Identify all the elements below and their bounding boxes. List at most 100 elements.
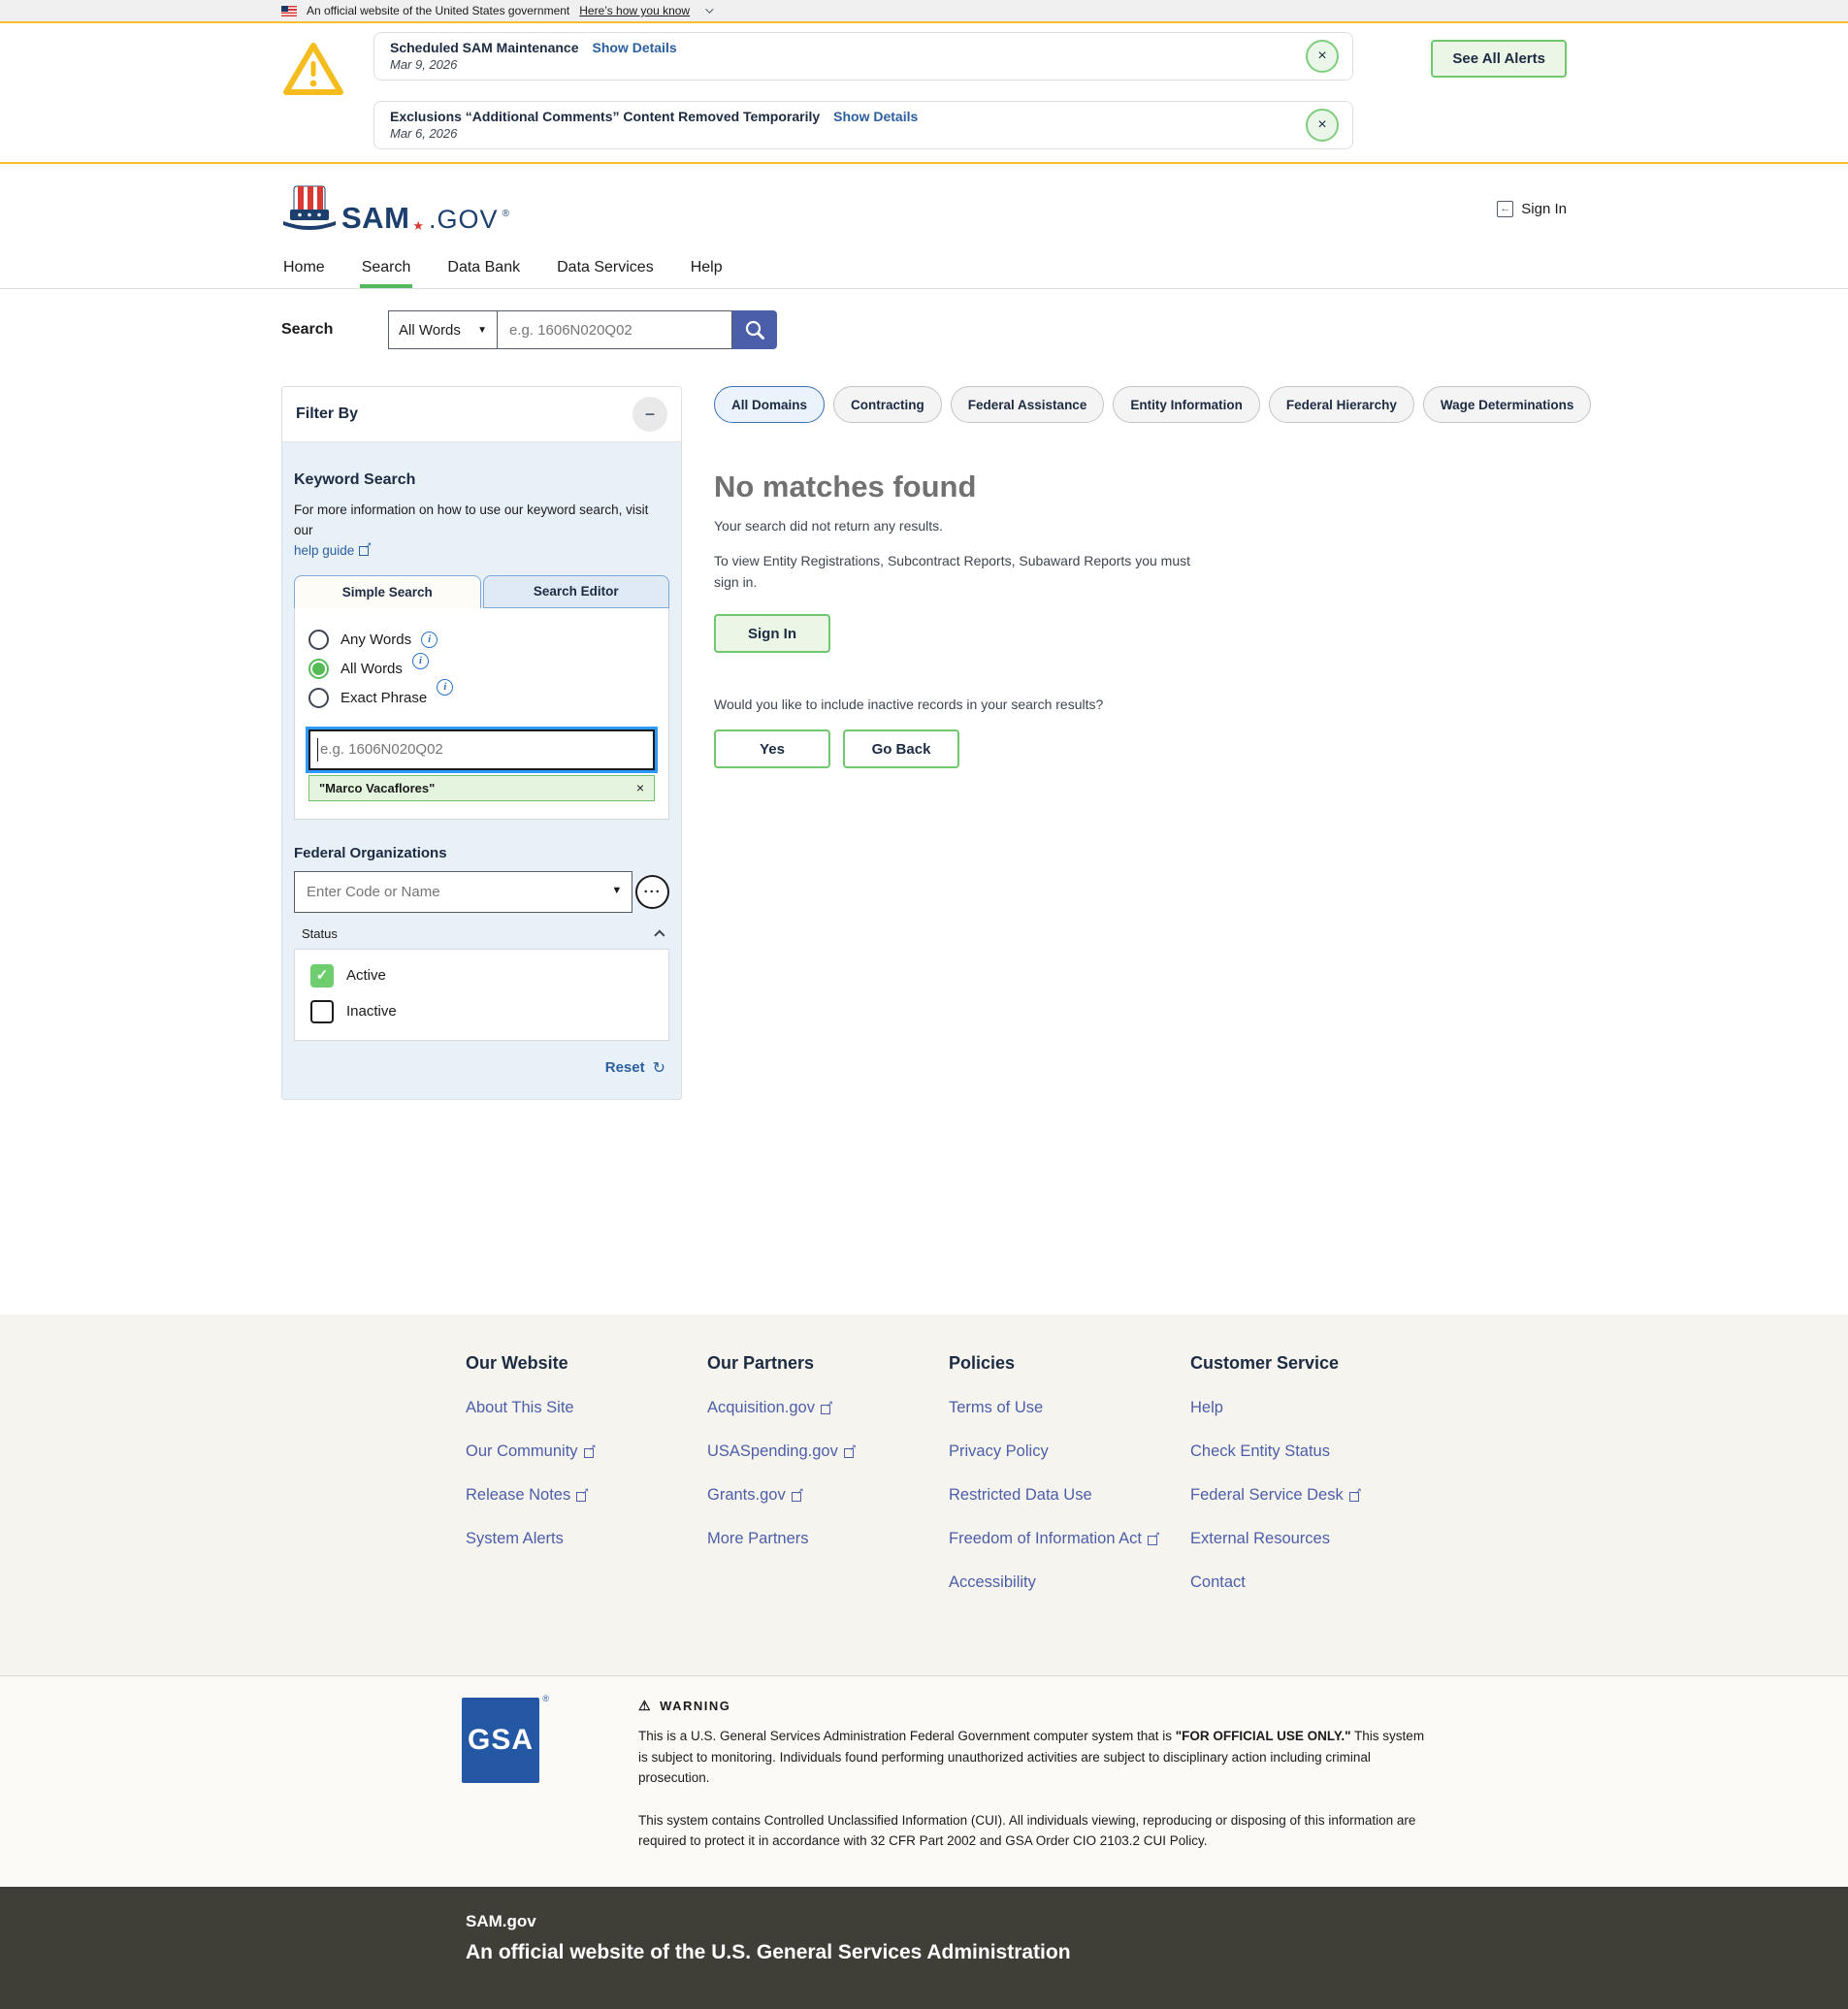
logo-sam-text: SAM [341, 203, 409, 233]
search-mode-select[interactable]: All Words ▼ [388, 310, 498, 349]
keyword-tag-label: "Marco Vacaflores" [319, 781, 435, 795]
info-icon[interactable]: i [437, 679, 453, 696]
footer-link-release-notes[interactable]: Release Notes [466, 1486, 707, 1505]
logo-gov-text: .GOV [429, 207, 499, 233]
warning-paragraph-2: This system contains Controlled Unclassi… [638, 1810, 1429, 1852]
domain-pill-wage-determinations[interactable]: Wage Determinations [1423, 386, 1592, 423]
domain-pill-federal-assistance[interactable]: Federal Assistance [951, 386, 1105, 423]
main-nav: Home Search Data Bank Data Services Help [0, 253, 1848, 289]
checkbox-checked-icon[interactable]: ✓ [310, 964, 334, 988]
search-button[interactable] [732, 310, 777, 349]
gsa-logo-text: GSA [462, 1698, 539, 1783]
footer-link-more-partners[interactable]: More Partners [707, 1530, 949, 1548]
caret-down-icon: ▼ [477, 325, 487, 336]
see-all-alerts-button[interactable]: See All Alerts [1431, 40, 1567, 78]
footer-link-federal-service-desk[interactable]: Federal Service Desk [1190, 1486, 1432, 1505]
footer-link-acquisition-gov[interactable]: Acquisition.gov [707, 1399, 949, 1417]
go-back-button[interactable]: Go Back [843, 729, 959, 768]
radio-exact-phrase[interactable] [308, 688, 329, 708]
sign-in-arrow-icon: ← [1497, 201, 1513, 217]
collapse-filter-button[interactable]: − [632, 397, 667, 432]
info-icon[interactable]: i [412, 653, 429, 669]
footer-link-help[interactable]: Help [1190, 1399, 1432, 1417]
help-guide-link[interactable]: help guide [294, 543, 371, 558]
footer-link-privacy-policy[interactable]: Privacy Policy [949, 1442, 1190, 1461]
footer-link-about-this-site[interactable]: About This Site [466, 1399, 707, 1417]
footer-link-label: Check Entity Status [1190, 1442, 1330, 1461]
footer-link-label: About This Site [466, 1399, 574, 1417]
gsa-registered-mark: ® [542, 1694, 549, 1703]
footer-link-contact[interactable]: Contact [1190, 1573, 1432, 1592]
global-search-input[interactable] [498, 310, 732, 349]
footer-link-label: Acquisition.gov [707, 1399, 815, 1417]
status-active-label: Active [346, 967, 386, 984]
info-icon[interactable]: i [421, 632, 438, 648]
external-link-icon [359, 544, 371, 556]
domain-pill-contracting[interactable]: Contracting [833, 386, 942, 423]
footer-link-accessibility[interactable]: Accessibility [949, 1573, 1190, 1592]
text-cursor [317, 738, 318, 761]
radio-all-words[interactable] [308, 659, 329, 679]
radio-any-words-label: Any Words [340, 632, 411, 648]
alert-show-details-link[interactable]: Show Details [592, 40, 676, 55]
bottom-footer-subtitle: An official website of the U.S. General … [466, 1941, 1567, 1964]
tab-simple-search[interactable]: Simple Search [294, 575, 481, 608]
radio-all-words-label: All Words [340, 661, 403, 677]
domain-pill-all-domains[interactable]: All Domains [714, 386, 825, 423]
footer-heading: Our Partners [707, 1353, 949, 1374]
sign-in-button[interactable]: Sign In [714, 614, 830, 653]
footer-link-restricted-data-use[interactable]: Restricted Data Use [949, 1486, 1190, 1505]
header-sign-in-link[interactable]: ← Sign In [1497, 201, 1567, 217]
search-label: Search [281, 321, 388, 339]
tab-search-editor[interactable]: Search Editor [483, 575, 670, 608]
bottom-footer-title: SAM.gov [466, 1912, 1567, 1931]
footer-link-terms-of-use[interactable]: Terms of Use [949, 1399, 1190, 1417]
status-option-active[interactable]: ✓ Active [310, 964, 653, 988]
close-icon[interactable]: × [1306, 109, 1339, 142]
footer-link-label: Grants.gov [707, 1486, 786, 1505]
footer-heading: Our Website [466, 1353, 707, 1374]
search-icon [744, 319, 765, 340]
reset-link[interactable]: Reset [605, 1059, 645, 1076]
warning-text: This is a U.S. General Services Administ… [638, 1729, 1176, 1743]
nav-item-data-services[interactable]: Data Services [555, 253, 656, 288]
nav-item-help[interactable]: Help [689, 253, 725, 288]
keyword-input[interactable] [308, 729, 655, 770]
footer-link-usaspending-gov[interactable]: USASpending.gov [707, 1442, 949, 1461]
gov-banner-text: An official website of the United States… [307, 4, 569, 17]
chevron-up-icon[interactable] [654, 930, 665, 941]
checkbox-unchecked-icon[interactable] [310, 1000, 334, 1023]
nav-item-search[interactable]: Search [360, 253, 413, 288]
footer-link-label: USASpending.gov [707, 1442, 838, 1461]
yes-button[interactable]: Yes [714, 729, 830, 768]
footer-link-check-entity-status[interactable]: Check Entity Status [1190, 1442, 1432, 1461]
nav-item-data-bank[interactable]: Data Bank [445, 253, 522, 288]
remove-tag-icon[interactable]: × [636, 780, 644, 795]
footer-link-foia[interactable]: Freedom of Information Act [949, 1530, 1190, 1548]
alert-show-details-link[interactable]: Show Details [833, 109, 918, 124]
close-icon[interactable]: × [1306, 40, 1339, 73]
refresh-icon[interactable]: ↻ [653, 1058, 665, 1078]
footer-link-external-resources[interactable]: External Resources [1190, 1530, 1432, 1548]
uncle-sam-hat-icon [281, 184, 338, 233]
how-you-know-link[interactable]: Here’s how you know [579, 4, 690, 17]
footer-link-grants-gov[interactable]: Grants.gov [707, 1486, 949, 1505]
federal-org-input[interactable] [294, 871, 632, 913]
footer-link-label: External Resources [1190, 1530, 1330, 1548]
radio-any-words[interactable] [308, 630, 329, 650]
footer-link-our-community[interactable]: Our Community [466, 1442, 707, 1461]
footer-link-label: Terms of Use [949, 1399, 1043, 1417]
footer-link-label: Privacy Policy [949, 1442, 1049, 1461]
status-option-inactive[interactable]: Inactive [310, 1000, 653, 1023]
results-area: All Domains Contracting Federal Assistan… [714, 386, 1591, 768]
include-inactive-question: Would you like to include inactive recor… [714, 697, 1591, 712]
external-link-icon [821, 1403, 832, 1414]
domain-pill-federal-hierarchy[interactable]: Federal Hierarchy [1269, 386, 1414, 423]
site-header: SAM★.GOV® ← Sign In [0, 164, 1848, 253]
nav-item-home[interactable]: Home [281, 253, 327, 288]
footer-link-system-alerts[interactable]: System Alerts [466, 1530, 707, 1548]
domain-pill-entity-information[interactable]: Entity Information [1113, 386, 1260, 423]
more-options-button[interactable]: ··· [635, 875, 669, 909]
logo-star-icon: ★ [412, 219, 424, 232]
sam-gov-logo[interactable]: SAM★.GOV® [281, 184, 509, 233]
